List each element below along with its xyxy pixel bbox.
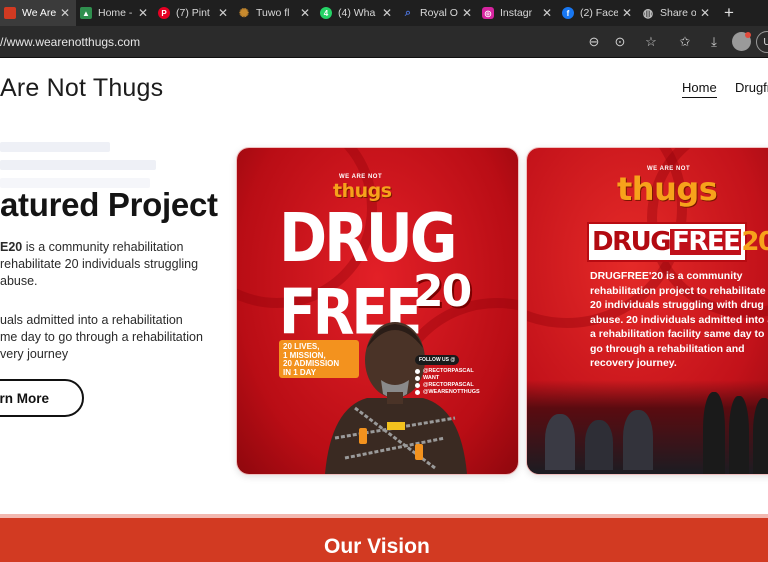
tab-title: We Are xyxy=(22,7,56,19)
person-silhouette xyxy=(729,396,749,474)
featured-section: atured Project E20 is a community rehabi… xyxy=(0,116,768,514)
instagram-icon: ◎ xyxy=(482,7,494,19)
facebook-icon: f xyxy=(562,7,574,19)
person-silhouette xyxy=(753,398,768,474)
handle-text: @WEARENOTTHUGS xyxy=(423,389,480,395)
notification-dot-icon xyxy=(745,32,751,38)
url-field[interactable]: //www.wearenotthugs.com xyxy=(0,35,140,49)
facebook-icon xyxy=(415,390,420,395)
search-icon: ⌕ xyxy=(404,6,412,19)
globe-icon: ◍ xyxy=(642,6,654,20)
person-silhouette xyxy=(585,420,613,470)
drugfree-poster-2[interactable]: WE ARE NOT thugs DRUG FREE 20 DRUGFREE'2… xyxy=(527,148,768,474)
poster-photo xyxy=(527,380,768,474)
pinterest-icon: P xyxy=(158,7,170,19)
social-handle: @WEARENOTTHUGS xyxy=(415,389,480,396)
more-options-icon[interactable]: ⊙ xyxy=(611,33,629,51)
paragraph-text: abuse. xyxy=(0,274,38,288)
tab-title: Share o xyxy=(660,7,696,19)
tab-instagram[interactable]: ◎ Instagr ✕ xyxy=(478,0,558,26)
tab-title: Tuwo fl xyxy=(256,7,290,19)
close-tab-icon[interactable]: ✕ xyxy=(382,7,392,19)
person-silhouette xyxy=(623,410,653,470)
learn-more-button[interactable]: arn More xyxy=(0,379,84,417)
close-tab-icon[interactable]: ✕ xyxy=(622,7,632,19)
paragraph-text: is a community rehabilitation xyxy=(22,240,184,254)
tab-tuwo[interactable]: ✺ Tuwo fl ✕ xyxy=(234,0,316,26)
tab-share[interactable]: ◍ Share o ✕ xyxy=(638,0,716,26)
spark-icon: ✺ xyxy=(238,6,250,20)
site-favicon-icon xyxy=(4,7,16,19)
zoom-icon[interactable]: ⊖ xyxy=(585,33,603,51)
drugfree-poster-1[interactable]: WE ARE NOT thugs DRUG FREE 20 20 LIVES, … xyxy=(237,148,518,474)
tab-royal[interactable]: ⌕ Royal O ✕ xyxy=(398,0,478,26)
close-tab-icon[interactable]: ✕ xyxy=(138,7,148,19)
tab-title: Royal O xyxy=(420,7,458,19)
tab-home[interactable]: ▲ Home - ✕ xyxy=(76,0,154,26)
social-handle: @RECTORPASCAL xyxy=(415,382,480,389)
nav-home-link[interactable]: Home xyxy=(682,80,717,98)
close-tab-icon[interactable]: ✕ xyxy=(700,7,710,19)
close-tab-icon[interactable]: ✕ xyxy=(462,7,472,19)
tab-title: Instagr xyxy=(500,7,533,19)
title-number: 20 xyxy=(741,227,768,257)
poster-description: DRUGFREE'20 is a community rehabilitatio… xyxy=(590,270,768,369)
featured-paragraph-2: uals admitted into a rehabilitation me d… xyxy=(0,312,203,363)
mission-line: IN 1 DAY xyxy=(283,367,317,377)
close-tab-icon[interactable]: ✕ xyxy=(542,7,552,19)
drive-icon: ▲ xyxy=(80,7,92,19)
tiktok-icon xyxy=(415,383,420,388)
vision-title: Our Vision xyxy=(324,535,430,558)
faded-text-line xyxy=(0,160,156,170)
browser-tab-bar: We Are ✕ ▲ Home - ✕ P (7) Pint ✕ ✺ Tuwo … xyxy=(0,0,768,26)
site-header: Are Not Thugs Home Drugfr xyxy=(0,58,768,116)
title-free: FREE xyxy=(670,227,742,257)
vision-section: Our Vision xyxy=(0,514,768,562)
drugfree-title-box: DRUG FREE 20 xyxy=(587,222,768,262)
faded-text-line xyxy=(0,142,110,152)
featured-paragraph-1: E20 is a community rehabilitation rehabi… xyxy=(0,239,198,290)
project-name: E20 xyxy=(0,240,23,254)
paragraph-text: me day to go through a rehabilitation xyxy=(0,330,203,344)
featured-title: atured Project xyxy=(0,186,218,223)
close-tab-icon[interactable]: ✕ xyxy=(60,7,70,19)
address-bar: //www.wearenotthugs.com ⊖ ⊙ ☆ ✩ ⤓ U xyxy=(0,26,768,58)
tab-title: (7) Pint xyxy=(176,7,210,19)
paragraph-text: uals admitted into a rehabilitation xyxy=(0,313,183,327)
download-icon[interactable]: ⤓ xyxy=(705,33,723,51)
nav-drugfree-link[interactable]: Drugfr xyxy=(735,80,768,95)
close-tab-icon[interactable]: ✕ xyxy=(300,7,310,19)
instagram-icon xyxy=(415,369,420,374)
paragraph-text: very journey xyxy=(0,347,69,361)
tab-whatsapp[interactable]: 4 (4) Wha ✕ xyxy=(316,0,398,26)
tab-title: (2) Face xyxy=(580,7,618,19)
x-icon xyxy=(415,376,420,381)
social-handle: @RECTORPASCAL xyxy=(415,368,480,375)
profile-button[interactable]: U xyxy=(756,31,768,53)
title-drug: DRUG xyxy=(592,227,672,257)
follow-label: FOLLOW US @ xyxy=(415,355,460,365)
tab-we-are[interactable]: We Are ✕ xyxy=(0,0,76,26)
poster-follow-block: FOLLOW US @ @RECTORPASCAL WANT @RECTORPA… xyxy=(415,348,480,396)
tab-pinterest[interactable]: P (7) Pint ✕ xyxy=(154,0,234,26)
paragraph-text: rehabilitate 20 individuals struggling xyxy=(0,257,199,271)
whatsapp-icon: 4 xyxy=(320,7,332,19)
poster-mission-box: 20 LIVES, 1 MISSION, 20 ADMISSION IN 1 D… xyxy=(279,340,359,378)
person-silhouette xyxy=(703,392,725,474)
tab-facebook[interactable]: f (2) Face ✕ xyxy=(558,0,638,26)
handle-text: @RECTORPASCAL xyxy=(423,368,474,374)
bookmark-star-icon[interactable]: ☆ xyxy=(642,33,660,51)
handle-text: WANT xyxy=(423,375,440,381)
tab-title: Home - xyxy=(98,7,133,19)
poster-drug-word: DRUG xyxy=(279,199,458,278)
poster-logo: thugs xyxy=(617,170,718,208)
site-brand[interactable]: Are Not Thugs xyxy=(0,74,163,103)
favorites-icon[interactable]: ✩ xyxy=(676,33,694,51)
close-tab-icon[interactable]: ✕ xyxy=(218,7,228,19)
handle-text: @RECTORPASCAL xyxy=(423,382,474,388)
social-handle: WANT xyxy=(415,375,480,382)
tab-title: (4) Wha xyxy=(338,7,376,19)
new-tab-button[interactable]: + xyxy=(716,0,742,26)
person-silhouette xyxy=(545,414,575,470)
